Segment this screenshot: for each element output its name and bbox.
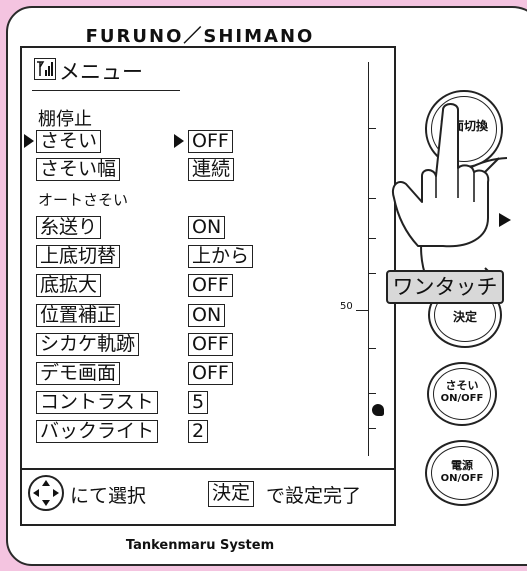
menu-item-value[interactable]: 上から bbox=[188, 245, 254, 268]
menu-item-value[interactable]: OFF bbox=[188, 274, 233, 297]
power-button[interactable]: 電源 ON/OFF bbox=[425, 440, 499, 506]
footer-confirm-key: 決定 bbox=[208, 481, 255, 507]
scale-tick bbox=[368, 128, 376, 129]
menu-item-label[interactable]: コントラスト bbox=[36, 391, 158, 414]
one-touch-callout: ワンタッチ bbox=[386, 270, 504, 304]
menu-item-value[interactable]: OFF bbox=[188, 362, 233, 385]
menu-item-label[interactable]: シカケ軌跡 bbox=[36, 333, 140, 356]
footer-brand: Tankenmaru System bbox=[125, 538, 275, 553]
footer-confirm-text: で設定完了 bbox=[266, 485, 362, 507]
menu-item-value[interactable]: 5 bbox=[188, 391, 209, 414]
sasoi-button[interactable]: さそい ON/OFF bbox=[427, 362, 497, 426]
menu-item-value[interactable]: OFF bbox=[188, 130, 233, 153]
menu-item-label[interactable]: 位置補正 bbox=[36, 304, 121, 327]
scale-mid-tick bbox=[356, 310, 368, 311]
depth-scale bbox=[368, 62, 369, 456]
menu-item-label[interactable]: 底拡大 bbox=[36, 274, 102, 297]
menu-item-label[interactable]: デモ画面 bbox=[36, 362, 121, 385]
menu-item-label: 棚停止 bbox=[38, 109, 92, 130]
menu-item-label[interactable]: さそい幅 bbox=[36, 158, 121, 181]
scale-tick bbox=[368, 273, 376, 274]
scale-tick bbox=[368, 393, 376, 394]
footer-select-text: にて選択 bbox=[70, 485, 147, 507]
scale-tick bbox=[368, 238, 376, 239]
menu-item-value[interactable]: ON bbox=[188, 216, 226, 239]
menu-item-value[interactable]: OFF bbox=[188, 333, 233, 356]
menu-item-label[interactable]: バックライト bbox=[36, 420, 159, 443]
signal-icon bbox=[34, 58, 56, 80]
dpad-icon bbox=[28, 475, 64, 511]
menu-item-value[interactable]: ON bbox=[188, 304, 226, 327]
menu-item-value[interactable]: 2 bbox=[188, 420, 209, 443]
fish-marker-icon bbox=[372, 404, 384, 416]
menu-item-label[interactable]: さそい bbox=[36, 130, 102, 153]
selection-cursor-icon bbox=[24, 134, 34, 148]
lcd-screen: メニュー 棚停止 さそい OFF さそい幅 連続オートさそい糸送り ON 上底切替 上から底拡… bbox=[20, 46, 396, 526]
menu-divider bbox=[22, 468, 394, 470]
menu-title: メニュー bbox=[59, 60, 143, 84]
scale-tick bbox=[368, 428, 376, 429]
menu-item-label: オートさそい bbox=[38, 191, 129, 209]
pointing-hand-icon bbox=[392, 103, 490, 248]
value-cursor-icon bbox=[174, 134, 184, 148]
title-underline bbox=[32, 90, 180, 91]
scale-tick bbox=[368, 198, 376, 199]
brand-logo: FURUNO／SHIMANO bbox=[85, 26, 315, 47]
scale-tick bbox=[368, 348, 376, 349]
menu-item-label[interactable]: 糸送り bbox=[36, 216, 102, 239]
menu-item-value[interactable]: 連続 bbox=[188, 158, 235, 181]
menu-item-label[interactable]: 上底切替 bbox=[36, 245, 121, 268]
scale-label: 50 bbox=[340, 301, 353, 312]
